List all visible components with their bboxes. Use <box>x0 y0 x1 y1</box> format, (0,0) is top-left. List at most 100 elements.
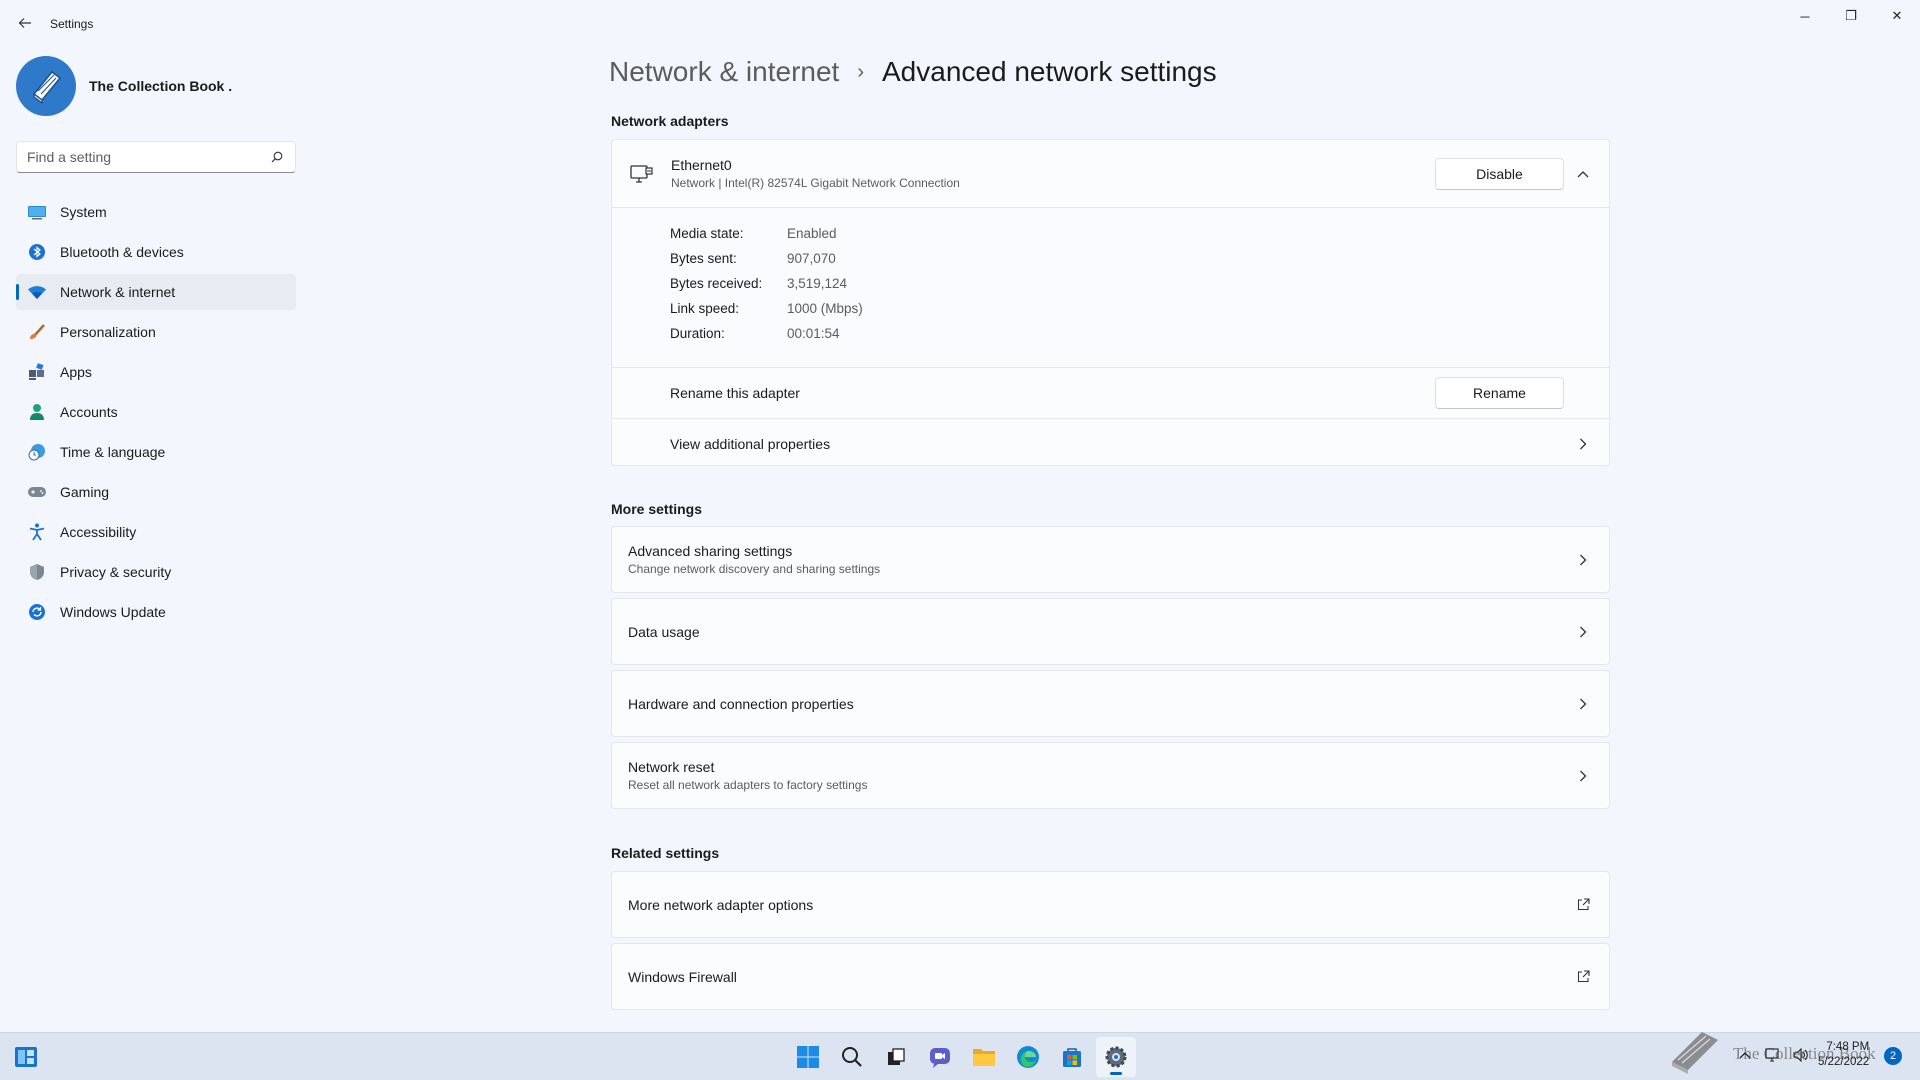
chevron-up-icon[interactable] <box>1573 164 1593 184</box>
watermark-book-icon <box>1668 1026 1722 1076</box>
sidebar-item-windows-update[interactable]: Windows Update <box>16 594 296 630</box>
chevron-up-icon[interactable] <box>1736 1046 1754 1064</box>
property-label: Bytes sent: <box>670 251 737 266</box>
property-row: Duration: 00:01:54 <box>670 326 1609 351</box>
back-arrow-icon[interactable] <box>14 12 36 34</box>
restore-button[interactable]: ❐ <box>1828 0 1874 32</box>
minimize-button[interactable]: ─ <box>1782 0 1828 32</box>
profile-name: The Collection Book . <box>89 78 233 94</box>
disable-button[interactable]: Disable <box>1435 158 1564 190</box>
sidebar-item-label: Apps <box>60 364 92 380</box>
setting-title: Data usage <box>628 623 700 640</box>
advanced-sharing-settings-card[interactable]: Advanced sharing settings Change network… <box>611 526 1610 593</box>
view-additional-properties-row[interactable]: View additional properties <box>612 419 1609 469</box>
section-title-related-settings: Related settings <box>611 845 720 861</box>
taskbar-clock[interactable]: 7:48 PM 5/22/2022 <box>1818 1040 1869 1070</box>
section-title-network-adapters: Network adapters <box>611 113 729 129</box>
globe-clock-icon <box>26 441 48 463</box>
ethernet-icon <box>629 162 653 186</box>
task-view-icon[interactable] <box>876 1037 916 1077</box>
volume-icon[interactable] <box>1792 1046 1810 1064</box>
system-icon <box>26 201 48 223</box>
chevron-right-icon <box>1573 694 1593 714</box>
sidebar-item-label: Accounts <box>60 404 118 420</box>
more-network-adapter-options-card[interactable]: More network adapter options <box>611 871 1610 938</box>
page-title: Advanced network settings <box>882 56 1217 87</box>
person-icon <box>26 401 48 423</box>
search-input[interactable] <box>27 149 269 165</box>
search-box[interactable] <box>16 141 296 173</box>
file-explorer-icon[interactable] <box>964 1037 1004 1077</box>
clock-date: 5/22/2022 <box>1818 1056 1870 1068</box>
taskbar-apps <box>788 1037 1140 1077</box>
property-value: 907,070 <box>787 251 836 266</box>
close-icon: ✕ <box>1891 8 1903 23</box>
settings-icon[interactable] <box>1096 1037 1136 1077</box>
update-icon <box>26 601 48 623</box>
edge-icon[interactable] <box>1008 1037 1048 1077</box>
breadcrumb-separator-icon: › <box>857 60 864 83</box>
sidebar-item-bluetooth[interactable]: Bluetooth & devices <box>16 234 296 270</box>
sidebar-item-personalization[interactable]: Personalization <box>16 314 296 350</box>
system-tray <box>1736 1046 1810 1064</box>
search-icon[interactable] <box>832 1037 872 1077</box>
property-label: Link speed: <box>670 301 740 316</box>
network-reset-card[interactable]: Network reset Reset all network adapters… <box>611 742 1610 809</box>
breadcrumb: Network & internet › Advanced network se… <box>609 56 1217 88</box>
sidebar-item-label: Personalization <box>60 324 156 340</box>
network-icon[interactable] <box>1764 1046 1782 1064</box>
breadcrumb-parent[interactable]: Network & internet <box>609 56 839 88</box>
sidebar-item-gaming[interactable]: Gaming <box>16 474 296 510</box>
user-profile[interactable]: The Collection Book . <box>16 56 232 116</box>
adapter-name: Ethernet0 <box>671 157 732 173</box>
setting-title: Advanced sharing settings <box>628 543 793 559</box>
view-additional-properties-label: View additional properties <box>670 436 831 452</box>
setting-subtitle: Reset all network adapters to factory se… <box>628 778 868 792</box>
restore-icon: ❐ <box>1845 8 1857 23</box>
widgets-icon[interactable] <box>14 1045 38 1069</box>
property-row: Media state: Enabled <box>670 226 1609 251</box>
sidebar-item-apps[interactable]: Apps <box>16 354 296 390</box>
window-controls: ─ ❐ ✕ <box>1782 0 1920 32</box>
sidebar-item-accessibility[interactable]: Accessibility <box>16 514 296 550</box>
property-label: Duration: <box>670 326 725 341</box>
book-icon <box>32 70 62 105</box>
chevron-right-icon <box>1573 550 1593 570</box>
hardware-connection-properties-card[interactable]: Hardware and connection properties <box>611 670 1610 737</box>
notification-badge[interactable]: 2 <box>1884 1047 1902 1065</box>
data-usage-card[interactable]: Data usage <box>611 598 1610 665</box>
chevron-right-icon <box>1573 434 1593 454</box>
property-value: 3,519,124 <box>787 276 848 291</box>
start-icon[interactable] <box>788 1037 828 1077</box>
search-icon[interactable] <box>269 149 285 165</box>
property-value: Enabled <box>787 226 837 241</box>
adapter-header[interactable]: Ethernet0 Network | Intel(R) 82574L Giga… <box>612 140 1609 208</box>
gamepad-icon <box>26 481 48 503</box>
rename-button[interactable]: Rename <box>1435 377 1564 409</box>
setting-title: Network reset <box>628 759 715 775</box>
shield-icon <box>26 561 48 583</box>
sidebar-item-label: Time & language <box>60 444 166 460</box>
app-title: Settings <box>50 17 94 31</box>
windows-firewall-card[interactable]: Windows Firewall <box>611 943 1610 1010</box>
close-button[interactable]: ✕ <box>1874 0 1920 32</box>
bluetooth-icon <box>26 241 48 263</box>
sidebar-item-privacy[interactable]: Privacy & security <box>16 554 296 590</box>
chat-icon[interactable] <box>920 1037 960 1077</box>
accessibility-icon <box>26 521 48 543</box>
chevron-right-icon <box>1573 766 1593 786</box>
apps-icon <box>26 361 48 383</box>
sidebar-item-time-language[interactable]: Time & language <box>16 434 296 470</box>
adapter-properties: Media state: Enabled Bytes sent: 907,070 B… <box>612 208 1609 368</box>
sidebar-item-system[interactable]: System <box>16 194 296 230</box>
section-title-more-settings: More settings <box>611 501 703 517</box>
clock-time: 7:48 PM <box>1826 1041 1870 1053</box>
sidebar-item-accounts[interactable]: Accounts <box>16 394 296 430</box>
sidebar-item-network[interactable]: Network & internet <box>16 274 296 310</box>
store-icon[interactable] <box>1052 1037 1092 1077</box>
sidebar-item-label: Windows Update <box>60 604 166 620</box>
setting-title: Hardware and connection properties <box>628 695 854 712</box>
wifi-icon <box>26 281 48 303</box>
sidebar-item-label: Gaming <box>60 484 110 500</box>
setting-subtitle: Change network discovery and sharing set… <box>628 562 881 576</box>
